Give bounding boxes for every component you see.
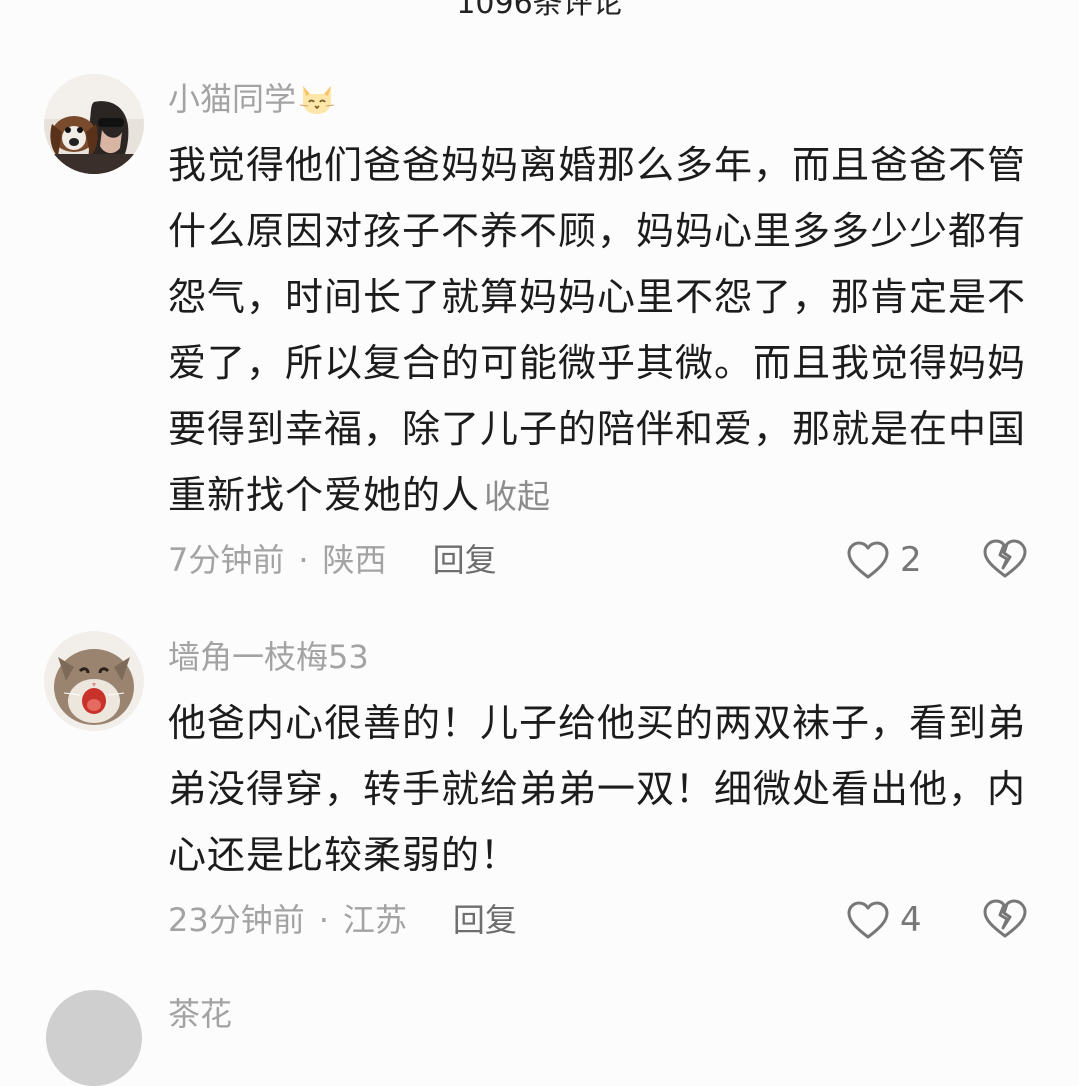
heart-outline-icon	[847, 541, 889, 579]
comment-meta: 23分钟前 · 江苏 回复	[168, 900, 517, 940]
comment-location: 江苏	[342, 901, 407, 939]
comment-meta: 7分钟前 · 陕西 回复	[168, 540, 497, 580]
avatar[interactable]	[46, 990, 142, 1086]
heart-outline-icon	[847, 901, 889, 939]
comment-time: 7分钟前	[168, 541, 285, 579]
comment-location: 陕西	[322, 541, 387, 579]
broken-heart-outline-icon	[983, 539, 1027, 578]
comment-username[interactable]: 墙角一枝梅53	[168, 637, 369, 677]
avatar[interactable]	[44, 74, 144, 174]
avatar-photo-icon	[44, 74, 144, 174]
cat-face-emoji-icon	[298, 78, 336, 125]
meta-separator: ·	[298, 541, 309, 579]
like-button[interactable]: 2	[846, 536, 922, 584]
broken-heart-outline-icon	[983, 899, 1027, 938]
comment-text: 他爸内心很善的！儿子给他买的两双袜子，看到弟弟没得穿，转手就给弟弟一双！细微处看…	[168, 701, 1027, 877]
collapse-link[interactable]: 收起	[484, 477, 550, 516]
avatar-photo-icon	[44, 631, 144, 731]
comments-count-title: 1096条评论	[456, 0, 623, 21]
comment-username[interactable]: 小猫同学	[168, 80, 296, 118]
comment-text: 我觉得他们爸爸妈妈离婚那么多年，而且爸爸不管什么原因对孩子不养不顾，妈妈心里多多…	[168, 143, 1027, 517]
comment-username[interactable]: 茶花	[168, 994, 232, 1034]
like-button[interactable]: 4	[846, 896, 922, 944]
comment-time: 23分钟前	[168, 901, 305, 939]
comment-text-block: 我觉得他们爸爸妈妈离婚那么多年，而且爸爸不管什么原因对孩子不养不顾，妈妈心里多多…	[168, 132, 1043, 530]
like-count: 4	[900, 900, 922, 940]
like-count: 2	[900, 540, 922, 580]
dislike-button[interactable]	[982, 538, 1028, 584]
reply-button[interactable]: 回复	[433, 541, 497, 579]
dislike-button[interactable]	[982, 898, 1028, 944]
reply-button[interactable]: 回复	[453, 901, 517, 939]
avatar[interactable]	[44, 631, 144, 731]
meta-separator: ·	[318, 901, 329, 939]
